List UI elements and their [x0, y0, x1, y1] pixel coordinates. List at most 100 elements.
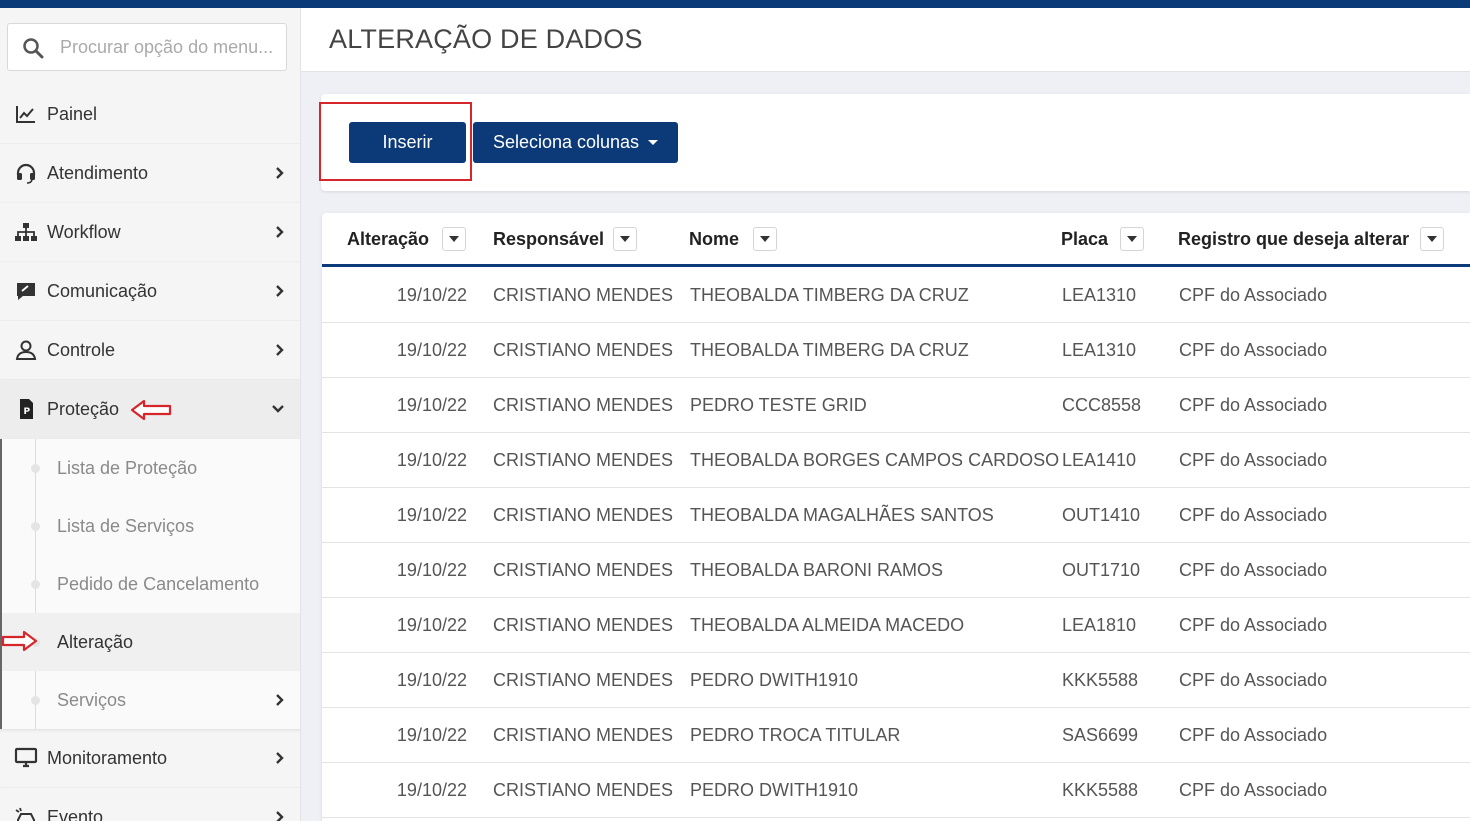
chevron-right-icon	[276, 694, 284, 706]
menu-search	[7, 23, 287, 71]
cell-responsible: CRISTIANO MENDES	[493, 395, 674, 415]
caret-down-icon	[1427, 236, 1437, 242]
table-row[interactable]: 19/10/22 CRISTIANO MENDES THEOBALDA TIMBER…	[322, 323, 1470, 378]
red-arrow-left-icon	[130, 399, 172, 421]
sidebar-item-evento[interactable]: Evento	[0, 788, 300, 821]
caret-down-icon	[1127, 236, 1137, 242]
submenu-item-label: Alteração	[57, 631, 134, 652]
cell-responsible: CRISTIANO MENDES	[493, 285, 674, 305]
sidebar-item-label: Atendimento	[47, 162, 149, 183]
column-header-nome[interactable]: Nome	[689, 229, 739, 250]
sidebar-item-monitoramento[interactable]: Monitoramento	[0, 729, 300, 788]
column-header-alteracao[interactable]: Alteração	[347, 229, 429, 250]
sidebar-item-comunicacao[interactable]: Comunicação	[0, 262, 300, 321]
select-columns-button[interactable]: Seleciona colunas	[473, 122, 678, 163]
table-row[interactable]: 19/10/22 CRISTIANO MENDES THEOBALDA BARONI…	[322, 543, 1470, 598]
submenu-dot	[31, 521, 40, 531]
protecao-submenu: Lista de Proteção Lista de Serviços Pedi…	[0, 439, 300, 729]
cell-name: THEOBALDA TIMBERG DA CRUZ	[690, 340, 969, 360]
cell-plate: KKK5588	[1062, 780, 1139, 800]
page-title: ALTERAÇÃO DE DADOS	[329, 24, 643, 54]
cell-responsible: CRISTIANO MENDES	[493, 725, 674, 745]
cell-record: CPF do Associado	[1179, 725, 1328, 745]
cell-plate: OUT1410	[1062, 505, 1141, 525]
table-row[interactable]: 19/10/22 CRISTIANO MENDES THEOBALDA MAGALH…	[322, 488, 1470, 543]
table-row[interactable]: 19/10/22 CRISTIANO MENDES PEDRO DWITH1910 K…	[322, 763, 1470, 818]
toolbar: Inserir Seleciona colunas	[319, 94, 1470, 191]
table-row[interactable]: 19/10/22 CRISTIANO MENDES PEDRO TESTE GRID…	[322, 378, 1470, 433]
caret-down-icon	[449, 236, 459, 242]
cell-responsible: CRISTIANO MENDES	[493, 615, 674, 635]
table-row[interactable]: 19/10/22 CRISTIANO MENDES PEDRO TROCA TITU…	[322, 708, 1470, 763]
sidebar-item-label: Monitoramento	[47, 747, 168, 768]
cell-date: 19/10/22	[396, 505, 467, 525]
column-filter-button[interactable]	[613, 227, 637, 251]
cell-date: 19/10/22	[396, 780, 467, 800]
column-filter-button[interactable]	[1420, 227, 1444, 251]
chevron-right-icon	[276, 752, 284, 764]
submenu-item-alteracao[interactable]: Alteração	[2, 613, 300, 671]
monitor-icon	[14, 747, 38, 768]
cell-date: 19/10/22	[396, 560, 467, 580]
cell-name: THEOBALDA TIMBERG DA CRUZ	[690, 285, 969, 305]
search-icon	[23, 38, 44, 59]
table-row[interactable]: 19/10/22 CRISTIANO MENDES THEOBALDA ALMEID…	[322, 598, 1470, 653]
submenu-item-label: Pedido de Cancelamento	[57, 573, 260, 594]
cell-record: CPF do Associado	[1179, 395, 1328, 415]
insert-button[interactable]: Inserir	[349, 122, 466, 163]
sidebar-item-painel[interactable]: Painel	[0, 85, 300, 144]
submenu-item-label: Lista de Serviços	[57, 515, 195, 536]
table-row[interactable]: 19/10/22 CRISTIANO MENDES THEOBALDA TIMBER…	[322, 268, 1470, 323]
car-crash-icon	[15, 807, 35, 821]
headset-icon	[16, 163, 36, 184]
sidebar-item-workflow[interactable]: Workflow	[0, 203, 300, 262]
cell-name: THEOBALDA ALMEIDA MACEDO	[690, 615, 965, 635]
cell-plate: CCC8558	[1062, 395, 1142, 415]
table-row[interactable]: 19/10/22 CRISTIANO MENDES PEDRO DWITH1910 K…	[322, 653, 1470, 708]
document-p-icon: P	[20, 399, 33, 419]
cell-plate: LEA1810	[1062, 615, 1137, 635]
table-body: 19/10/22 CRISTIANO MENDES THEOBALDA TIMBER…	[322, 268, 1470, 818]
cell-record: CPF do Associado	[1179, 780, 1328, 800]
cell-name: THEOBALDA MAGALHÃES SANTOS	[690, 505, 994, 525]
select-columns-label: Seleciona colunas	[492, 132, 640, 152]
insert-button-label: Inserir	[382, 132, 433, 152]
cell-plate: OUT1710	[1062, 560, 1141, 580]
submenu-item-lista-protecao[interactable]: Lista de Proteção	[2, 439, 300, 497]
sidebar-item-protecao[interactable]: P Proteção	[0, 380, 300, 439]
submenu-item-servicos[interactable]: Serviços	[2, 671, 300, 729]
cell-date: 19/10/22	[396, 340, 467, 360]
cell-plate: LEA1310	[1062, 340, 1137, 360]
submenu-item-pedido-cancelamento[interactable]: Pedido de Cancelamento	[2, 555, 300, 613]
column-filter-button[interactable]	[753, 227, 777, 251]
cell-plate: LEA1410	[1062, 450, 1137, 470]
caret-down-icon	[648, 140, 659, 145]
table-row[interactable]: 19/10/22 CRISTIANO MENDES THEOBALDA BORGES…	[322, 433, 1470, 488]
cell-plate: KKK5588	[1062, 670, 1139, 690]
chat-icon	[17, 283, 35, 300]
cell-record: CPF do Associado	[1179, 505, 1328, 525]
sidebar-item-controle[interactable]: Controle	[0, 321, 300, 380]
column-filter-button[interactable]	[442, 227, 466, 251]
cell-name: PEDRO TROCA TITULAR	[690, 725, 901, 745]
submenu-item-lista-servicos[interactable]: Lista de Serviços	[2, 497, 300, 555]
cell-name: THEOBALDA BARONI RAMOS	[690, 560, 944, 580]
data-table: Alteração Responsável Nome Placa Registr…	[322, 213, 1470, 821]
column-header-registro[interactable]: Registro que deseja alterar	[1178, 229, 1409, 250]
submenu-dot	[31, 695, 40, 705]
sidebar-item-atendimento[interactable]: Atendimento	[0, 144, 300, 203]
column-filter-button[interactable]	[1120, 227, 1144, 251]
cell-record: CPF do Associado	[1179, 285, 1328, 305]
chevron-right-icon	[276, 811, 284, 821]
sidebar: Painel Atendimento Workflow	[0, 8, 301, 821]
column-header-placa[interactable]: Placa	[1061, 229, 1108, 250]
cell-responsible: CRISTIANO MENDES	[493, 670, 674, 690]
cell-responsible: CRISTIANO MENDES	[493, 560, 674, 580]
cell-date: 19/10/22	[396, 395, 467, 415]
cell-date: 19/10/22	[396, 615, 467, 635]
cell-responsible: CRISTIANO MENDES	[493, 780, 674, 800]
sidebar-menu: Painel Atendimento Workflow Comunicação …	[0, 85, 300, 821]
cell-name: PEDRO DWITH1910	[690, 780, 859, 800]
column-header-responsavel[interactable]: Responsável	[493, 229, 604, 250]
search-input[interactable]	[60, 32, 282, 62]
